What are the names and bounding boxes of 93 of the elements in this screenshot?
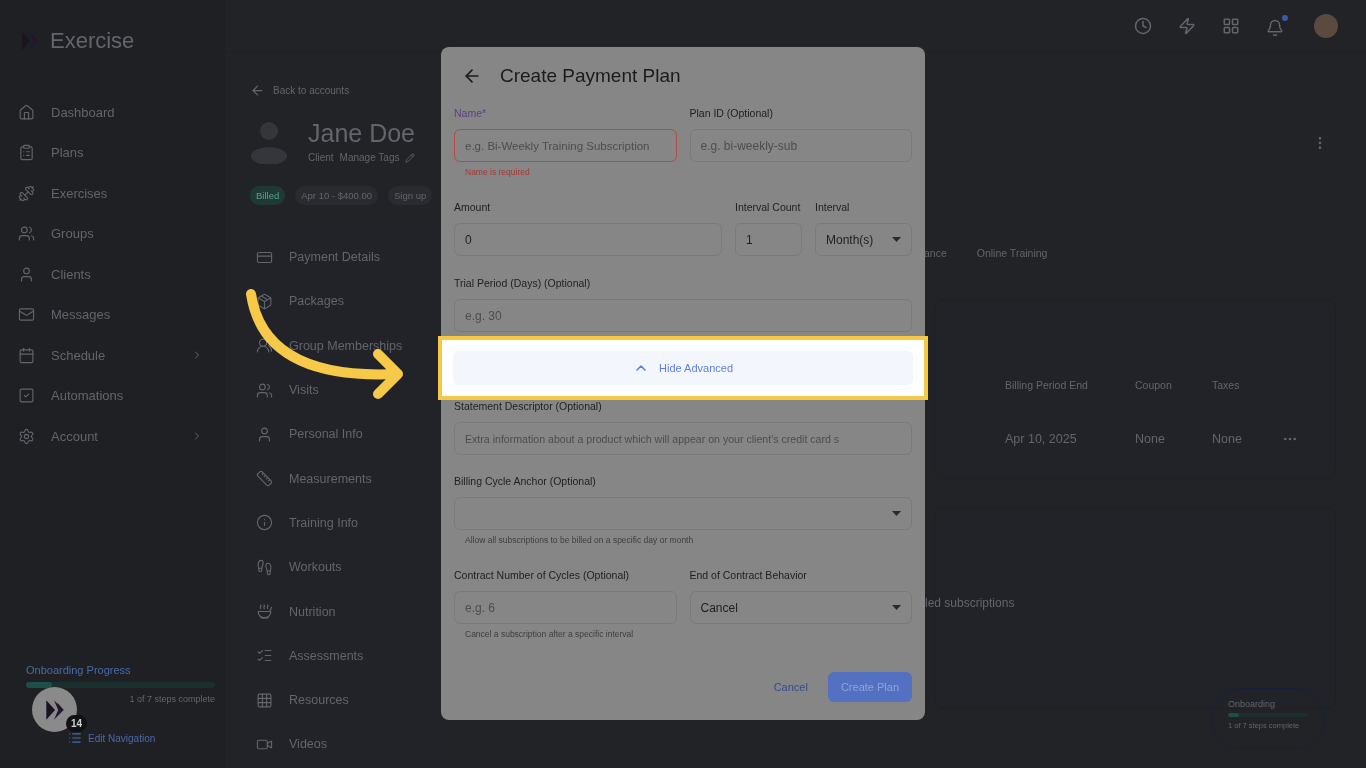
column-header: Billing Period End (1005, 379, 1089, 391)
helper-text: Cancel a subscription after a specific interval (464, 629, 635, 640)
nav-item[interactable]: Exercises (18, 173, 225, 214)
list-icon (68, 731, 82, 745)
onboarding-title: Onboarding Progress (26, 664, 132, 676)
field-label: Statement Descriptor (Optional) (454, 400, 603, 414)
avatar[interactable] (1314, 14, 1338, 38)
calendar-icon (18, 346, 35, 364)
input-field[interactable]: e.g. Bi-Weekly Training Subscription (454, 129, 677, 162)
footprints-icon (256, 558, 273, 576)
tab[interactable]: ance (924, 247, 947, 259)
table-cell-text: Apr 10, 2025 (1005, 432, 1078, 446)
error-message: Name is required (464, 167, 531, 178)
select-field[interactable]: Cancel (689, 591, 912, 624)
menu-item[interactable]: Packages (256, 279, 430, 324)
dumbbell-icon (18, 184, 35, 202)
input-field[interactable]: e.g. 6 (454, 591, 677, 624)
edit-navigation-link[interactable]: Edit Navigation (68, 731, 156, 745)
lightning-icon[interactable] (1178, 17, 1196, 35)
table-cell-text: None (1212, 432, 1243, 446)
menu-item[interactable]: Resources (256, 677, 430, 723)
column-header: Coupon (1135, 379, 1173, 391)
field-label: Interval (815, 201, 851, 215)
status-chip: Billed (250, 186, 286, 205)
nav-item[interactable]: Clients (18, 254, 225, 295)
package-icon (256, 292, 273, 310)
manage-tags-link[interactable]: Manage Tags (339, 152, 400, 163)
back-link[interactable]: Back to accounts (250, 83, 440, 98)
empty-message: led subscriptions (925, 596, 1016, 610)
menu-item[interactable]: Workouts (256, 545, 430, 590)
dropdown-caret-icon (892, 605, 901, 610)
field-label: Name* (454, 107, 488, 121)
nav-item[interactable]: Plans (18, 132, 225, 173)
menu-item[interactable]: Payment Details (256, 235, 430, 280)
users-icon (256, 337, 273, 355)
nav-item[interactable]: Messages (18, 294, 225, 335)
input-field[interactable]: 1 (735, 223, 802, 256)
brand-name: Exercise (50, 28, 135, 54)
role-label: Client (308, 152, 334, 163)
dropdown-caret-icon (892, 511, 901, 516)
menu-item[interactable]: Assessments (256, 633, 430, 678)
menu-item[interactable]: Group Memberships (256, 323, 430, 368)
client-name: Jane Doe (308, 119, 416, 148)
nav-item[interactable]: Account (18, 416, 225, 457)
progress-caption: 1 of 7 steps complete (129, 694, 215, 704)
nav-item[interactable]: Automations (18, 375, 225, 416)
menu-item[interactable]: Videos (256, 722, 430, 767)
advanced-toggle-button[interactable]: Hide Advanced (453, 351, 913, 385)
menu-item[interactable]: Personal Info (256, 412, 430, 457)
field-label: Trial Period (Days) (Optional) (454, 277, 592, 291)
clock-icon[interactable] (1134, 17, 1152, 35)
people-icon (256, 381, 273, 399)
user-icon (18, 265, 35, 283)
settings-icon (18, 427, 35, 445)
bowl-icon (256, 603, 273, 620)
select-field[interactable]: Month(s) (815, 223, 912, 256)
field-label: Plan ID (Optional) (689, 107, 774, 121)
pencil-icon[interactable] (405, 152, 416, 163)
nav-item[interactable]: Schedule (18, 335, 225, 376)
widget-title: Onboarding (1228, 699, 1277, 709)
apps-grid-icon[interactable] (1222, 17, 1240, 35)
field-label: End of Contract Behavior (689, 569, 808, 583)
dropdown-caret-icon (892, 237, 901, 242)
input-field[interactable]: e.g. 30 (454, 299, 912, 332)
clipboard-icon (18, 144, 35, 162)
cancel-button[interactable]: Cancel (767, 680, 814, 694)
field-label: Amount (454, 201, 492, 215)
bell-icon[interactable] (1266, 15, 1288, 37)
info-icon (256, 514, 273, 532)
create-plan-button[interactable]: Create Plan (827, 672, 912, 702)
menu-item[interactable]: Nutrition (256, 589, 430, 634)
field-label: Billing Cycle Anchor (Optional) (454, 475, 597, 489)
checkbox-icon (18, 387, 35, 405)
nav-item[interactable]: Groups (18, 213, 225, 254)
ruler-icon (256, 470, 273, 488)
field-label: Interval Count (735, 201, 802, 215)
grid-icon (256, 691, 273, 709)
menu-item[interactable]: Measurements (256, 456, 430, 501)
table-cell-text: None (1135, 432, 1166, 446)
home-icon (18, 103, 35, 121)
mail-icon (18, 306, 35, 324)
users-icon (18, 225, 35, 243)
user-icon (256, 425, 273, 443)
input-field[interactable]: 0 (454, 223, 722, 256)
field-label: Contract Number of Cycles (Optional) (454, 569, 631, 583)
menu-item[interactable]: Visits (256, 367, 430, 413)
column-header: Taxes (1212, 379, 1241, 391)
select-field[interactable] (454, 497, 912, 530)
menu-item[interactable]: Training Info (256, 500, 430, 546)
tab[interactable]: Online Training (976, 247, 1048, 259)
input-field[interactable]: e.g. bi-weekly-sub (689, 129, 912, 162)
nav-item[interactable]: Dashboard (18, 92, 225, 133)
dialog-title: Create Payment Plan (500, 65, 681, 87)
